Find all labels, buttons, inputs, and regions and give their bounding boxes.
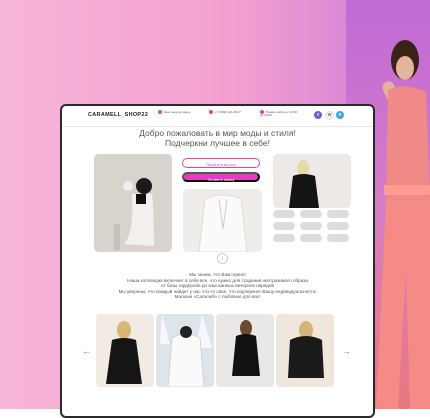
brand-logo[interactable]: CARAMELL_SHOP22 — [88, 112, 148, 118]
website-mockup: CARAMELL_SHOP22 Наш шоурум здесь +7 (999… — [60, 104, 375, 418]
arrow-right-icon[interactable]: → — [342, 346, 351, 356]
gallery-photo[interactable] — [96, 314, 154, 387]
hero-photo-left — [94, 154, 172, 252]
size-option[interactable] — [300, 234, 322, 242]
gallery-photo[interactable] — [276, 314, 334, 387]
header-phone[interactable]: +7 (999) 123-45-67 — [209, 110, 241, 114]
size-option[interactable] — [273, 222, 295, 230]
arrow-left-icon[interactable]: ← — [82, 346, 91, 356]
size-option[interactable] — [327, 210, 349, 218]
size-option[interactable] — [300, 210, 322, 218]
size-option[interactable] — [273, 210, 295, 218]
viber-icon[interactable]: v — [314, 111, 322, 119]
hero-title: Добро пожаловать в мир моды и стиля! Под… — [139, 128, 296, 148]
header-address: Наш шоурум здесь — [158, 110, 190, 114]
size-option[interactable] — [327, 222, 349, 230]
size-option[interactable] — [327, 234, 349, 242]
catalog-button[interactable]: Перейти в каталог — [182, 158, 260, 168]
phone-icon — [209, 110, 213, 114]
telegram-icon[interactable]: ➤ — [336, 111, 344, 119]
request-button[interactable]: Оставить заявку — [182, 172, 260, 182]
size-option[interactable] — [273, 234, 295, 242]
gallery-photo[interactable] — [156, 314, 214, 387]
gallery-photo[interactable] — [216, 314, 274, 387]
about-text: Мы знаем, что Вам нужно! Наша коллекция … — [118, 272, 317, 300]
site-header: CARAMELL_SHOP22 Наш шоурум здесь +7 (999… — [62, 106, 373, 127]
arrow-down-icon[interactable]: ↓ — [217, 253, 228, 264]
location-icon — [158, 110, 162, 114]
hero-photo-right — [273, 154, 351, 208]
whatsapp-icon[interactable]: w — [325, 111, 334, 120]
header-hours: Режим работы с 10:00 до 20:00 — [260, 109, 297, 118]
hero-photo-center — [183, 189, 262, 252]
size-option[interactable] — [300, 222, 322, 230]
